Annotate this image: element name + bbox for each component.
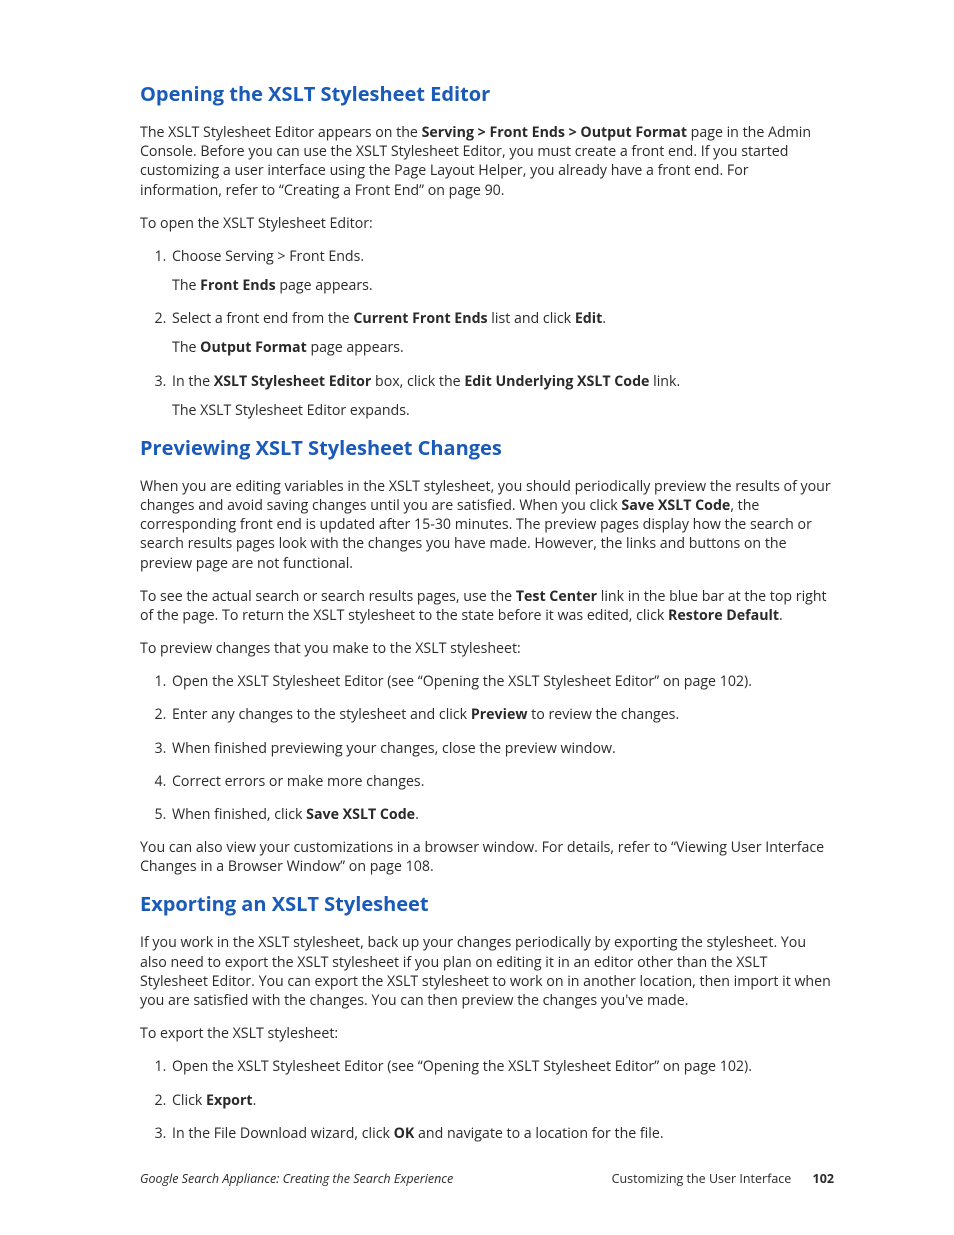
text: The <box>172 338 200 357</box>
text: box, click the <box>371 372 464 391</box>
text: The XSLT Stylesheet Editor appears on th… <box>140 123 422 142</box>
bold-text: Preview <box>471 705 528 724</box>
list-item: When finished previewing your changes, c… <box>170 739 834 758</box>
heading-opening-editor: Opening the XSLT Stylesheet Editor <box>140 80 834 107</box>
ordered-list: Choose Serving > Front Ends. The Front E… <box>140 247 834 420</box>
bold-text: Output Format <box>200 338 307 357</box>
bold-text: Front Ends <box>200 276 275 295</box>
text: In the <box>172 372 214 391</box>
text: page appears. <box>307 338 404 357</box>
list-item: Select a front end from the Current Fron… <box>170 309 834 357</box>
list-item: Correct errors or make more changes. <box>170 772 834 791</box>
sub-paragraph: The Front Ends page appears. <box>172 276 834 295</box>
footer-section: Customizing the User Interface <box>612 1170 792 1187</box>
paragraph: The XSLT Stylesheet Editor appears on th… <box>140 123 834 200</box>
sub-paragraph: The XSLT Stylesheet Editor expands. <box>172 401 834 420</box>
bold-text: Serving > Front Ends > Output Format <box>422 123 687 142</box>
list-item: In the File Download wizard, click OK an… <box>170 1124 834 1143</box>
bold-text: OK <box>394 1124 415 1143</box>
paragraph: When you are editing variables in the XS… <box>140 477 834 573</box>
sub-paragraph: The Output Format page appears. <box>172 338 834 357</box>
text: When finished, click <box>172 805 306 824</box>
text: The <box>172 276 200 295</box>
text: page appears. <box>276 276 373 295</box>
heading-previewing-changes: Previewing XSLT Stylesheet Changes <box>140 434 834 461</box>
bold-text: Export <box>206 1091 253 1110</box>
paragraph: You can also view your customizations in… <box>140 838 834 876</box>
paragraph: To preview changes that you make to the … <box>140 639 834 658</box>
bold-text: XSLT Stylesheet Editor <box>214 372 372 391</box>
text: list and click <box>488 309 575 328</box>
list-item: In the XSLT Stylesheet Editor box, click… <box>170 372 834 420</box>
footer-doc-title: Google Search Appliance: Creating the Se… <box>140 1170 453 1187</box>
text: . <box>415 805 419 824</box>
list-item: Click Export. <box>170 1091 834 1110</box>
bold-text: Save XSLT Code <box>621 496 730 515</box>
text: link. <box>649 372 680 391</box>
list-item: Open the XSLT Stylesheet Editor (see “Op… <box>170 672 834 691</box>
text: . <box>779 606 783 625</box>
heading-exporting-stylesheet: Exporting an XSLT Stylesheet <box>140 890 834 917</box>
text: In the File Download wizard, click <box>172 1124 394 1143</box>
text: Choose Serving > Front Ends. <box>172 247 364 266</box>
bold-text: Restore Default <box>668 606 779 625</box>
paragraph: To export the XSLT stylesheet: <box>140 1024 834 1043</box>
list-item: Open the XSLT Stylesheet Editor (see “Op… <box>170 1057 834 1076</box>
ordered-list: Open the XSLT Stylesheet Editor (see “Op… <box>140 1057 834 1143</box>
paragraph: To open the XSLT Stylesheet Editor: <box>140 214 834 233</box>
bold-text: Edit Underlying XSLT Code <box>464 372 649 391</box>
list-item: Enter any changes to the stylesheet and … <box>170 705 834 724</box>
text: Select a front end from the <box>172 309 353 328</box>
text: to review the changes. <box>527 705 679 724</box>
text: Enter any changes to the stylesheet and … <box>172 705 471 724</box>
list-item: When finished, click Save XSLT Code. <box>170 805 834 824</box>
text: and navigate to a location for the file. <box>414 1124 663 1143</box>
paragraph: To see the actual search or search resul… <box>140 587 834 625</box>
page-content: Opening the XSLT Stylesheet Editor The X… <box>0 0 954 1143</box>
paragraph: If you work in the XSLT stylesheet, back… <box>140 933 834 1010</box>
page-footer: Google Search Appliance: Creating the Se… <box>140 1170 834 1187</box>
bold-text: Edit <box>575 309 602 328</box>
text: . <box>253 1091 257 1110</box>
footer-page-number: 102 <box>813 1170 834 1187</box>
footer-section-page: Customizing the User Interface 102 <box>612 1170 834 1187</box>
bold-text: Current Front Ends <box>353 309 487 328</box>
text: Click <box>172 1091 206 1110</box>
bold-text: Test Center <box>516 587 597 606</box>
ordered-list: Open the XSLT Stylesheet Editor (see “Op… <box>140 672 834 824</box>
bold-text: Save XSLT Code <box>306 805 415 824</box>
text: . <box>602 309 606 328</box>
list-item: Choose Serving > Front Ends. The Front E… <box>170 247 834 295</box>
text: To see the actual search or search resul… <box>140 587 516 606</box>
